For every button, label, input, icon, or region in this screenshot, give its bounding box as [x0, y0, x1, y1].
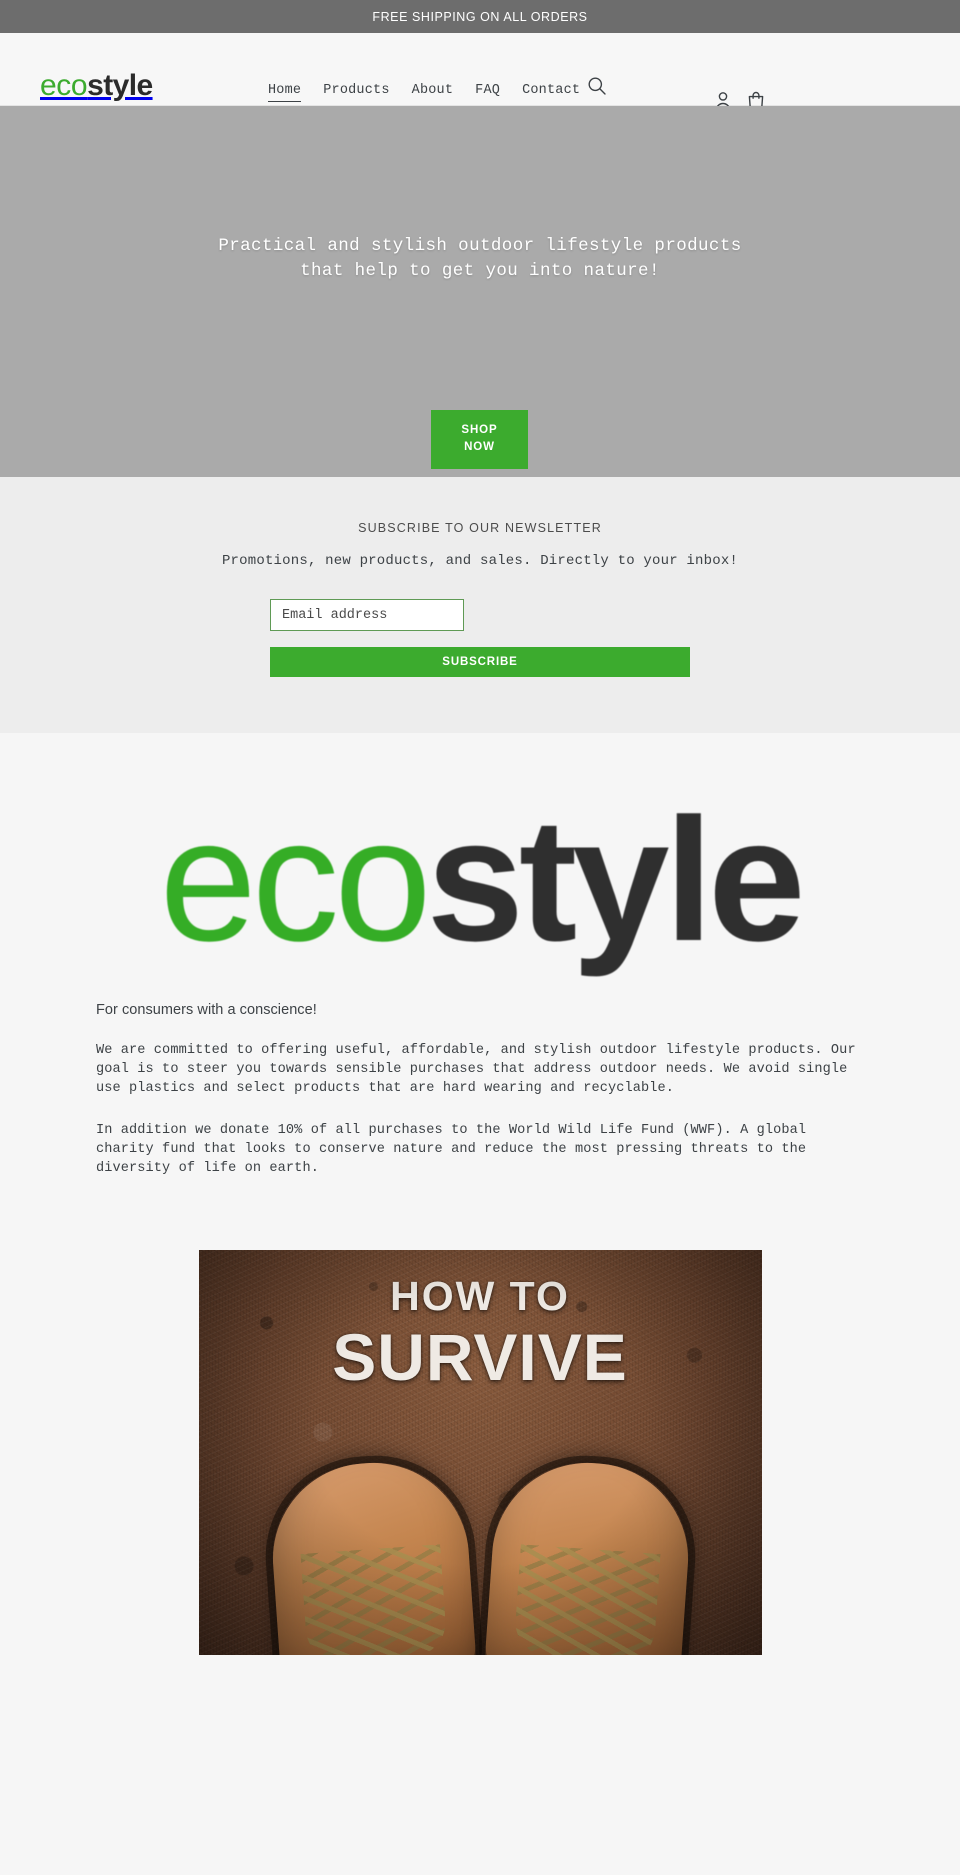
how-to-survive-image: HOW TO SURVIVE	[198, 1250, 762, 1655]
about-copy: For consumers with a conscience! We are …	[80, 1002, 880, 1178]
brand-logo-image: ecostyle	[0, 733, 960, 1002]
brand-logo-text-style: style	[426, 783, 806, 978]
main-content: ecostyle For consumers with a conscience…	[0, 733, 960, 1697]
hero-heading-line2: that help to get you into nature!	[300, 261, 660, 281]
shop-now-button[interactable]: SHOP NOW	[431, 410, 528, 469]
about-paragraph-2: In addition we donate 10% of all purchas…	[96, 1123, 807, 1176]
feature-image-wrap: HOW TO SURVIVE	[0, 1250, 960, 1655]
search-icon[interactable]	[586, 75, 608, 97]
main-navigation: Home Products About FAQ Contact	[268, 83, 602, 102]
logo-text-style: style	[87, 69, 153, 102]
about-lead: For consumers with a conscience!	[96, 1002, 317, 1018]
hero-banner: Practical and stylish outdoor lifestyle …	[0, 106, 960, 477]
email-input[interactable]	[270, 599, 464, 631]
about-paragraph-1: We are committed to offering useful, aff…	[96, 1043, 856, 1096]
hero-heading-line1: Practical and stylish outdoor lifestyle …	[218, 236, 742, 256]
brand-logo-text-eco: eco	[159, 783, 431, 978]
site-header: ecostyle Home Products About FAQ Contact	[0, 33, 960, 112]
nav-item-products[interactable]: Products	[323, 83, 389, 98]
nav-item-faq[interactable]: FAQ	[475, 83, 500, 98]
subscribe-button[interactable]: SUBSCRIBE	[270, 647, 690, 677]
newsletter-form: SUBSCRIBE	[270, 599, 690, 677]
hero-heading: Practical and stylish outdoor lifestyle …	[0, 234, 960, 284]
site-logo[interactable]: ecostyle	[40, 71, 153, 101]
nav-item-about[interactable]: About	[412, 83, 454, 98]
image-vignette	[198, 1250, 762, 1655]
announcement-text: FREE SHIPPING ON ALL ORDERS	[372, 9, 588, 24]
newsletter-subtitle: Promotions, new products, and sales. Dir…	[221, 553, 739, 569]
logo-text-eco: eco	[40, 69, 88, 102]
nav-item-home[interactable]: Home	[268, 83, 302, 102]
announcement-bar: FREE SHIPPING ON ALL ORDERS	[0, 0, 960, 33]
shop-now-label-line1: SHOP	[461, 424, 498, 436]
newsletter-section: SUBSCRIBE TO OUR NEWSLETTER Promotions, …	[0, 477, 960, 733]
newsletter-title: SUBSCRIBE TO OUR NEWSLETTER	[358, 521, 602, 535]
nav-item-contact[interactable]: Contact	[522, 83, 580, 98]
shop-now-label-line2: NOW	[464, 441, 495, 453]
